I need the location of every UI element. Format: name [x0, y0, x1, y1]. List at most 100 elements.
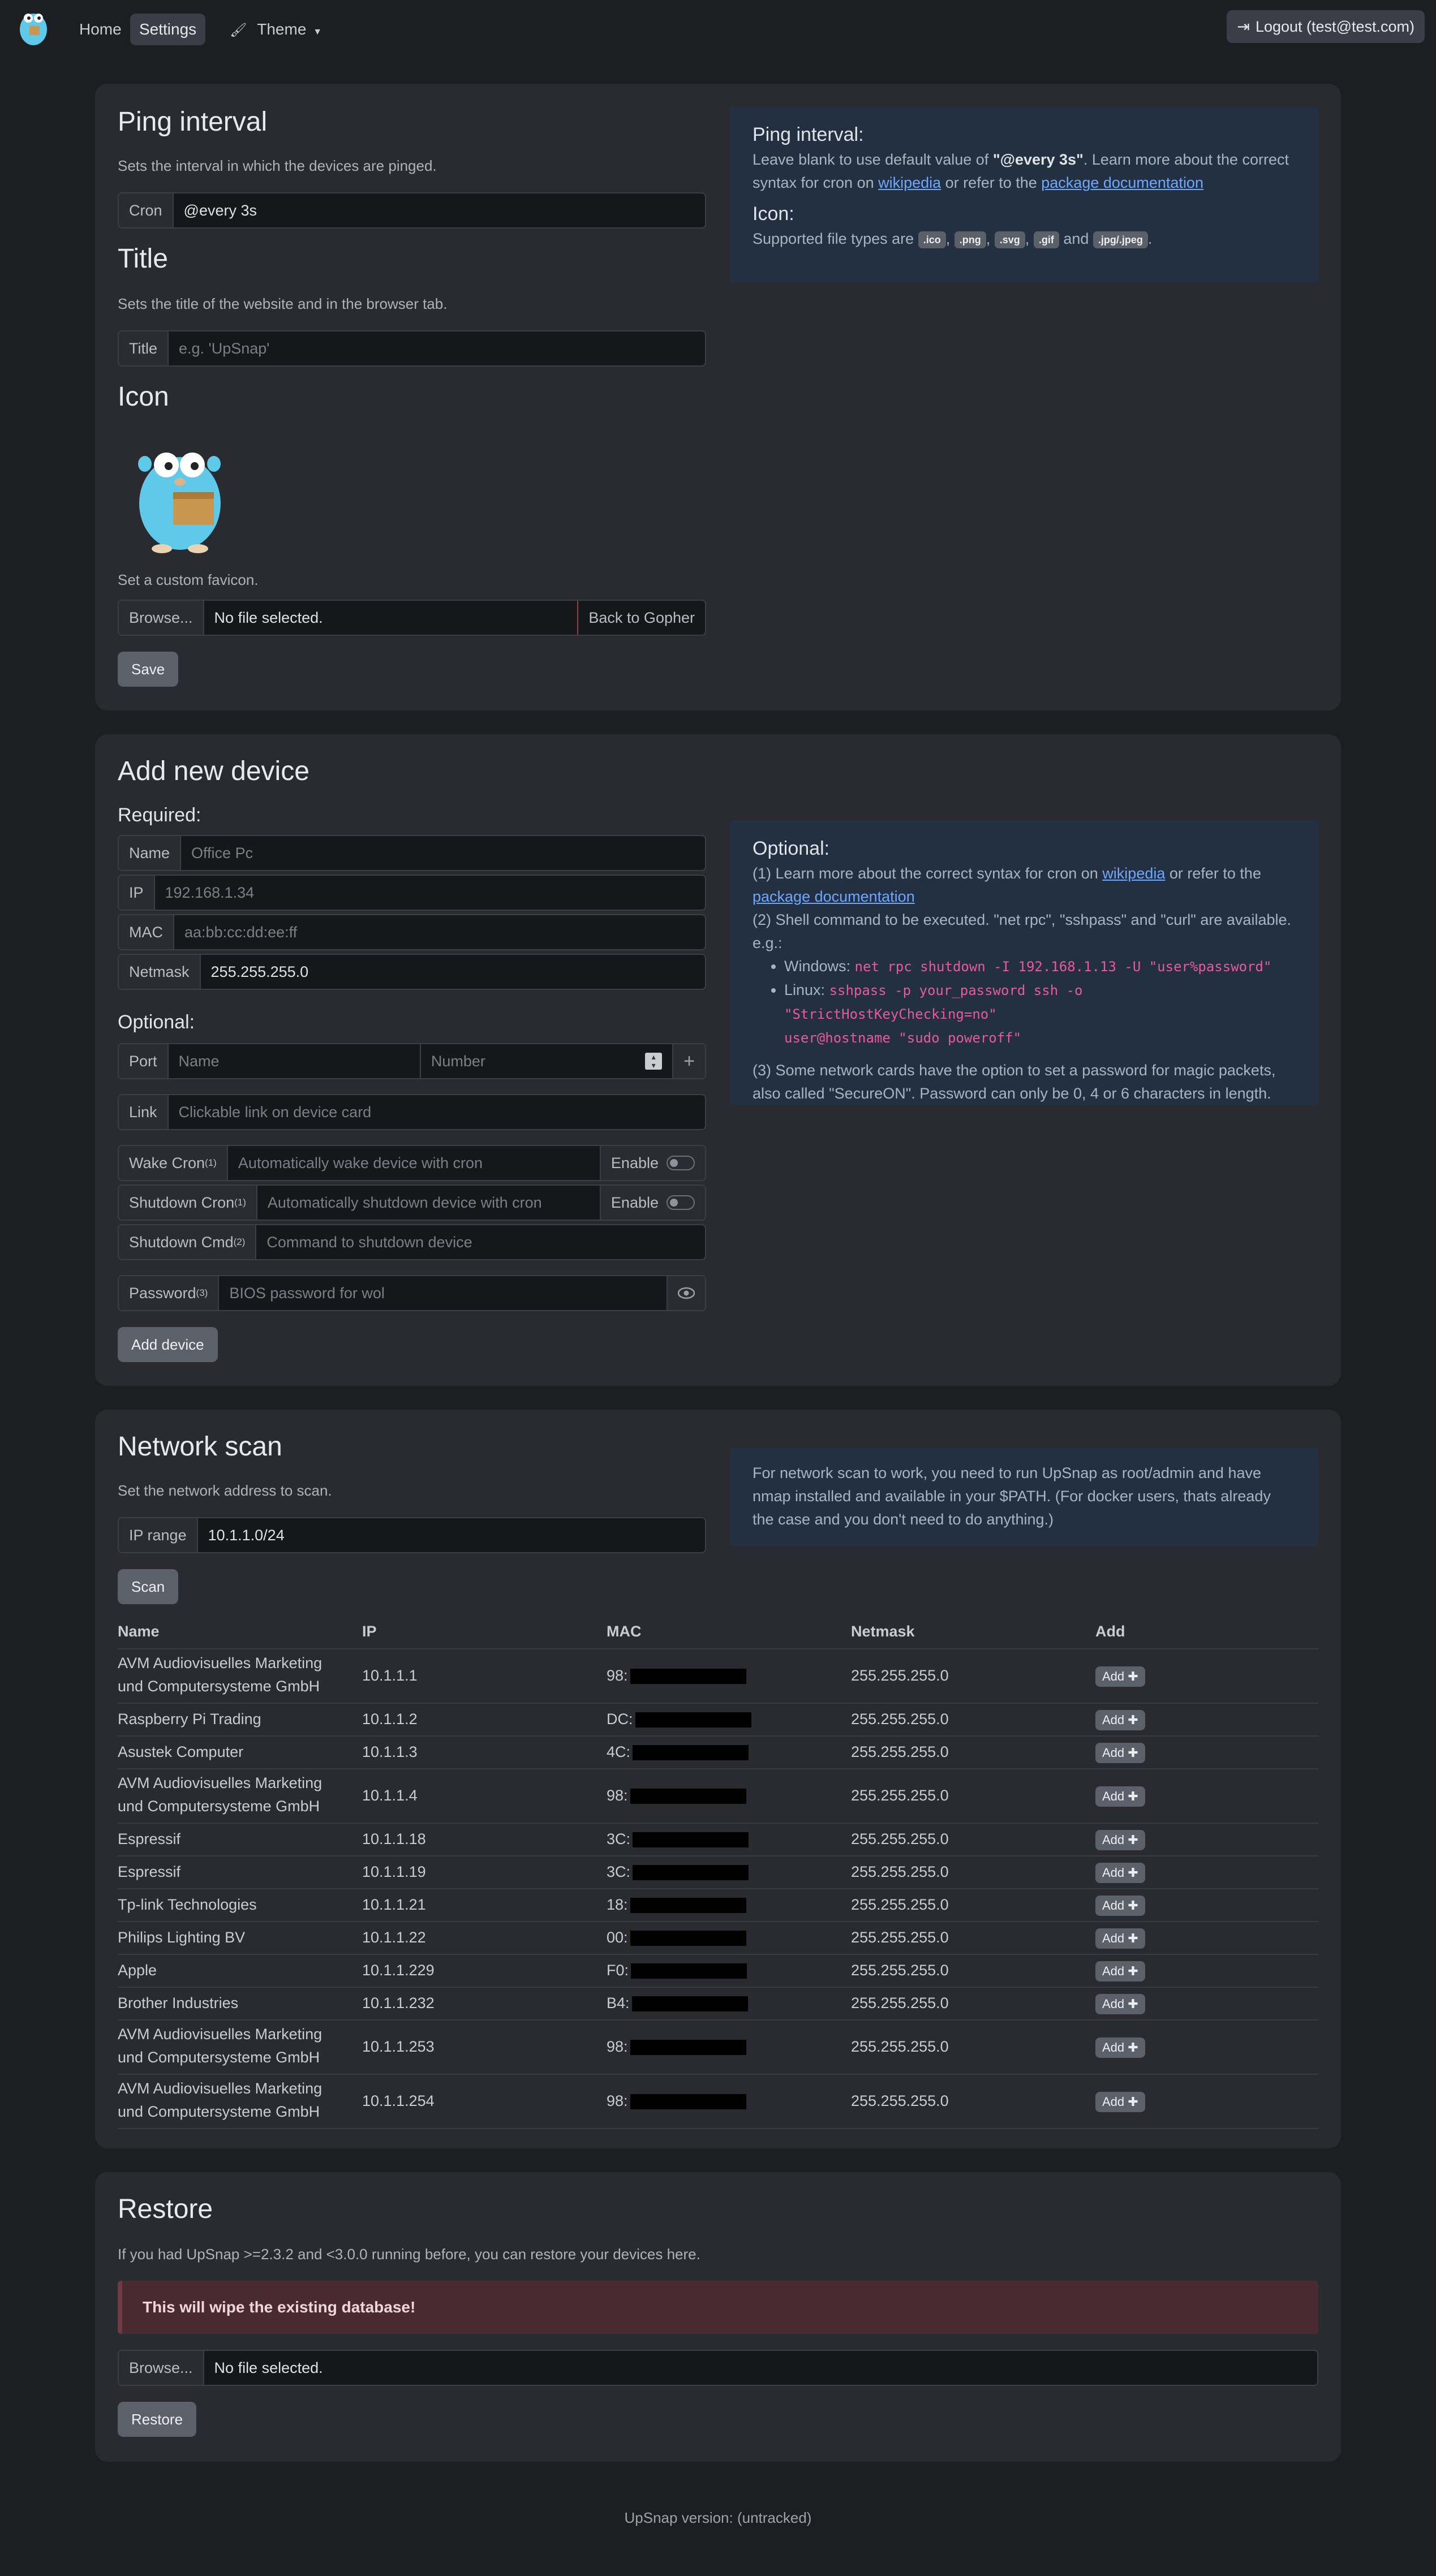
- shutdown-cron-input[interactable]: Automatically shutdown device with cron: [257, 1186, 600, 1220]
- required-heading: Required:: [118, 804, 201, 826]
- wake-cron-enable[interactable]: Enable: [599, 1146, 705, 1180]
- add-scanned-device-button[interactable]: Add ✚: [1095, 2037, 1145, 2058]
- link-input[interactable]: Clickable link on device card: [169, 1095, 705, 1129]
- row-add-cell: Add ✚: [1095, 1828, 1209, 1851]
- gopher-logo[interactable]: [16, 6, 51, 46]
- row-mac-prefix: 00:: [607, 1928, 628, 1946]
- restore-browse-button[interactable]: Browse...: [119, 2351, 204, 2385]
- favicon-browse-button[interactable]: Browse...: [119, 601, 204, 635]
- package-doc-link[interactable]: package documentation: [753, 888, 915, 905]
- mac-input[interactable]: aa:bb:cc:dd:ee:ff: [174, 915, 705, 949]
- add-scanned-device-button[interactable]: Add ✚: [1095, 1709, 1145, 1730]
- wikipedia-link[interactable]: wikipedia: [1102, 865, 1165, 882]
- logout-label: Logout (test@test.com): [1255, 18, 1414, 35]
- row-add-cell: Add ✚: [1095, 1664, 1209, 1687]
- redacted-mac-bar: [631, 1963, 747, 1979]
- favicon-file-group: Browse... No file selected. Back to Goph…: [118, 600, 706, 636]
- add-scanned-device-button[interactable]: Add ✚: [1095, 1862, 1145, 1883]
- netmask-input[interactable]: 255.255.255.0: [201, 955, 705, 989]
- add-label: Add: [1102, 1898, 1125, 1912]
- row-mac-prefix: 3C:: [607, 1863, 631, 1880]
- row-add-cell: Add ✚: [1095, 1959, 1209, 1982]
- nav-settings[interactable]: Settings: [130, 14, 206, 45]
- ip-input-group: IP 192.168.1.34: [118, 875, 706, 911]
- device-info-p1-text: (1) Learn more about the correct syntax …: [753, 865, 1103, 882]
- row-netmask: 255.255.255.0: [851, 1928, 949, 1946]
- windows-label: Windows:: [784, 958, 855, 975]
- redacted-mac-bar: [635, 1712, 751, 1728]
- row-name: Asustek Computer: [118, 1743, 244, 1760]
- col-add-header: Add: [1095, 1623, 1125, 1640]
- redacted-mac-bar: [630, 1897, 746, 1913]
- row-netmask: 255.255.255.0: [851, 1896, 949, 1913]
- add-scanned-device-button[interactable]: Add ✚: [1095, 1786, 1145, 1807]
- add-scanned-device-button[interactable]: Add ✚: [1095, 2091, 1145, 2112]
- table-row: Espressif 10.1.1.19 3C: 255.255.255.0 Add ✚: [118, 1855, 1318, 1889]
- back-to-gopher-button[interactable]: Back to Gopher: [577, 601, 705, 635]
- shutdown-enable-toggle[interactable]: [667, 1195, 695, 1210]
- port-name-input[interactable]: Name: [169, 1044, 420, 1078]
- add-port-button[interactable]: +: [672, 1044, 705, 1078]
- row-ip: 10.1.1.2: [362, 1710, 418, 1728]
- row-ip: 10.1.1.254: [362, 2092, 435, 2109]
- table-row: AVM Audiovisuelles Marketing und Compute…: [118, 1768, 1318, 1824]
- add-scanned-device-button[interactable]: Add ✚: [1095, 1895, 1145, 1916]
- col-netmask-header: Netmask: [851, 1623, 915, 1640]
- scan-table-header: Name IP MAC Netmask Add: [118, 1617, 1318, 1649]
- add-device-button[interactable]: Add device: [118, 1327, 218, 1362]
- add-scanned-device-button[interactable]: Add ✚: [1095, 1666, 1145, 1687]
- add-scanned-device-button[interactable]: Add ✚: [1095, 1829, 1145, 1850]
- ip-range-input[interactable]: 10.1.1.0/24: [198, 1518, 705, 1552]
- password-input[interactable]: BIOS password for wol: [219, 1276, 667, 1310]
- package-doc-link[interactable]: package documentation: [1041, 174, 1203, 191]
- ip-label: IP: [119, 876, 155, 910]
- linux-command-1: sshpass -p your_password ssh -o "StrictH…: [784, 983, 1083, 1022]
- row-mac: 98:: [607, 2035, 833, 2058]
- restore-file-group: Browse... No file selected.: [118, 2350, 1318, 2386]
- add-scanned-device-button[interactable]: Add ✚: [1095, 1961, 1145, 1981]
- name-input[interactable]: Office Pc: [181, 836, 705, 870]
- save-button[interactable]: Save: [118, 652, 179, 687]
- row-mac: 98:: [607, 2090, 833, 2113]
- theme-label: Theme: [257, 20, 307, 38]
- title-input[interactable]: e.g. 'UpSnap': [169, 331, 705, 365]
- restore-file-name[interactable]: No file selected.: [204, 2351, 1317, 2385]
- add-scanned-device-button[interactable]: Add ✚: [1095, 1742, 1145, 1763]
- row-mac-prefix: F0:: [607, 1961, 629, 1979]
- number-spinner-icon[interactable]: ▴ ▾: [645, 1053, 663, 1070]
- shutdown-cmd-input[interactable]: Command to shutdown device: [256, 1225, 705, 1259]
- redacted-mac-bar: [633, 1864, 749, 1880]
- add-scanned-device-button[interactable]: Add ✚: [1095, 1993, 1145, 2014]
- wake-cron-label: Wake Cron (1): [119, 1146, 228, 1180]
- restore-button[interactable]: Restore: [118, 2402, 197, 2437]
- row-add-cell: Add ✚: [1095, 1741, 1209, 1764]
- toggle-password-button[interactable]: [667, 1276, 705, 1310]
- wake-cron-label-text: Wake Cron: [129, 1154, 205, 1171]
- wikipedia-link[interactable]: wikipedia: [878, 174, 941, 191]
- scan-button[interactable]: Scan: [118, 1569, 179, 1604]
- device-info-eg: e.g.:: [753, 934, 783, 951]
- add-scanned-device-button[interactable]: Add ✚: [1095, 1928, 1145, 1949]
- theme-dropdown[interactable]: 🖌 Theme ▼: [221, 14, 331, 45]
- shutdown-enable-label: Enable: [610, 1194, 659, 1211]
- shutdown-cron-enable[interactable]: Enable: [599, 1186, 705, 1220]
- wake-enable-label: Enable: [610, 1154, 659, 1171]
- filetype-badge: .gif: [1033, 231, 1059, 248]
- col-mac-header: MAC: [607, 1623, 642, 1640]
- row-name: AVM Audiovisuelles Marketing und Compute…: [118, 1774, 323, 1815]
- plus-icon: ✚: [1124, 1745, 1138, 1760]
- ping-info-heading: Ping interval:: [753, 124, 864, 145]
- nav-home[interactable]: Home: [70, 14, 131, 45]
- row-mac-prefix: 98:: [607, 1786, 628, 1804]
- row-netmask: 255.255.255.0: [851, 1743, 949, 1760]
- add-label: Add: [1102, 2040, 1125, 2054]
- row-netmask: 255.255.255.0: [851, 1863, 949, 1880]
- favicon-file-name[interactable]: No file selected.: [204, 601, 578, 635]
- ip-input[interactable]: 192.168.1.34: [155, 876, 705, 910]
- logout-button[interactable]: ⇥ Logout (test@test.com): [1227, 10, 1425, 43]
- wake-enable-toggle[interactable]: [667, 1156, 695, 1170]
- cron-input[interactable]: @every 3s: [174, 193, 705, 227]
- wake-cron-input[interactable]: Automatically wake device with cron: [228, 1146, 600, 1180]
- comma: ,: [1025, 230, 1030, 247]
- port-number-input[interactable]: Number ▴ ▾: [419, 1044, 672, 1078]
